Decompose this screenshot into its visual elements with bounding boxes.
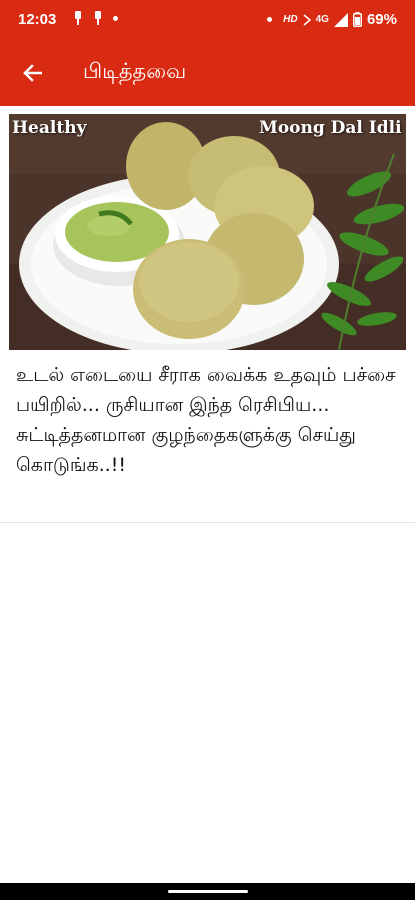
home-gesture-handle[interactable] [168,890,248,893]
network-type-label: 4G [315,14,329,25]
recipe-image[interactable]: Healthy Moong Dal Idli [9,114,406,350]
image-caption-left: Healthy [12,118,87,138]
app-screen: 12:03 HD 4G 69% பிடித்தவை Healthy Moong … [0,0,415,900]
arrow-back-icon [23,64,42,82]
status-right-group: HD 4G 69% [267,11,397,28]
notification-icon [95,11,101,25]
notification-icon [75,11,81,25]
status-bar: 12:03 HD 4G 69% [0,0,415,40]
image-caption-right: Moong Dal Idli [259,118,402,138]
signal-icon [333,12,348,27]
notification-icons [73,11,118,25]
wifi-calling-icon [303,13,311,26]
recipe-photo [9,114,406,350]
hd-label: HD [283,14,298,25]
favorite-recipe-card[interactable]: Healthy Moong Dal Idli உடல் எடையை சீராக … [0,106,415,523]
status-dot-icon [267,17,273,22]
back-button[interactable] [14,55,50,91]
more-notifications-dot-icon [113,15,118,21]
battery-icon [352,12,362,27]
recipe-description: உடல் எடையை சீராக வைக்க உதவும் பச்சை பயிற… [16,364,396,476]
page-title: பிடித்தவை [83,59,187,83]
app-bar: பிடித்தவை [0,40,415,106]
battery-percent: 69% [366,11,397,28]
status-time: 12:03 [18,11,57,28]
system-navigation-bar [0,883,415,900]
